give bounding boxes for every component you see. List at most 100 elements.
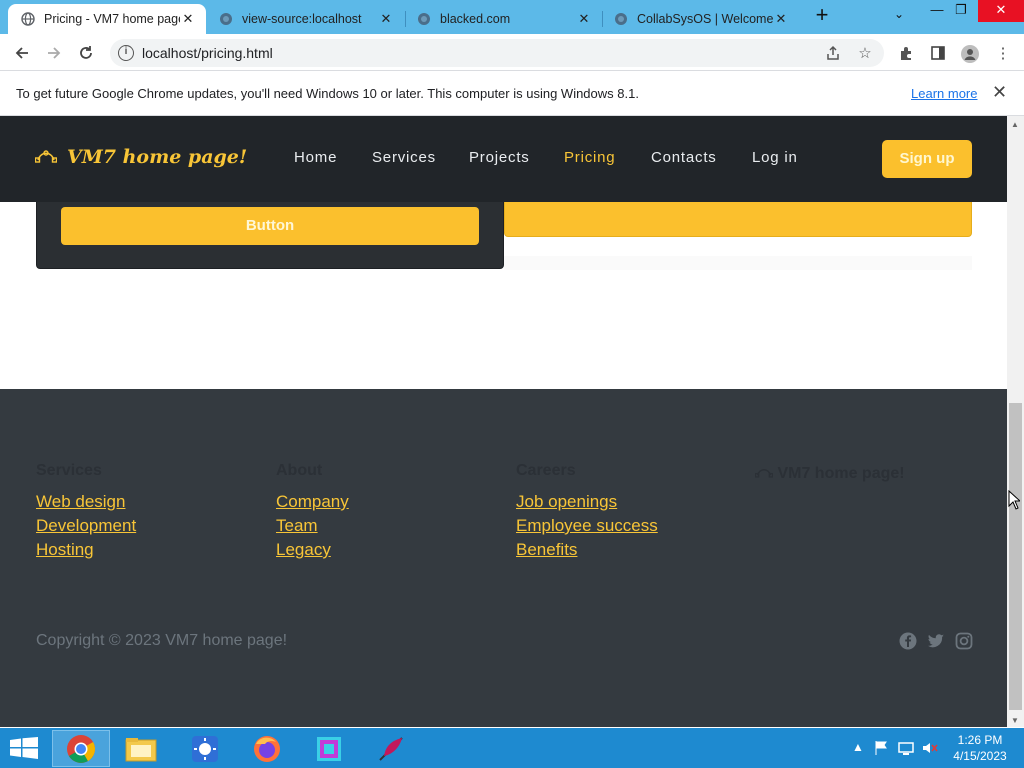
page-viewport: VM7 home page! Home Services Projects Pr…	[0, 116, 1007, 727]
taskbar-app-feather[interactable]	[362, 730, 420, 767]
chrome-icon	[67, 734, 95, 763]
action-center-flag-icon[interactable]	[874, 740, 890, 759]
footer-link-development[interactable]: Development	[36, 516, 136, 536]
new-tab-button[interactable]: +	[811, 4, 833, 27]
browser-toolbar: i localhost/pricing.html ☆ ⋮	[0, 34, 1024, 71]
tab-view-source[interactable]: view-source:localhost ✕	[206, 4, 404, 34]
sign-up-button[interactable]: Sign up	[882, 140, 972, 178]
instagram-icon[interactable]	[955, 632, 973, 650]
tab-collabsysos[interactable]: CollabSysOS | Welcome ✕	[601, 4, 799, 34]
page-scrollbar[interactable]: ▲ ▼	[1007, 116, 1024, 727]
footer-link-company[interactable]: Company	[276, 492, 349, 512]
site-footer: Services Web design Development Hosting …	[0, 389, 1007, 727]
close-tab-icon[interactable]: ✕	[576, 11, 592, 27]
tab-title: CollabSysOS | Welcome	[637, 12, 773, 26]
nav-contacts[interactable]: Contacts	[651, 149, 717, 166]
square-app-icon	[317, 736, 341, 761]
sun-app-icon	[192, 735, 218, 762]
globe-icon	[218, 11, 234, 27]
close-tab-icon[interactable]: ✕	[378, 11, 394, 27]
tab-title: blacked.com	[440, 12, 511, 26]
tab-title: view-source:localhost	[242, 12, 362, 26]
chevron-down-icon[interactable]: ⌄	[890, 7, 908, 25]
share-icon[interactable]	[824, 45, 842, 63]
show-hidden-icons-icon[interactable]: ▲	[852, 740, 864, 754]
system-clock[interactable]: 1:26 PM 4/15/2023	[950, 732, 1010, 764]
taskbar-file-explorer[interactable]	[112, 730, 170, 767]
taskbar-firefox[interactable]	[238, 730, 296, 767]
footer-heading: About	[276, 462, 323, 479]
globe-icon	[416, 11, 432, 27]
tab-blacked[interactable]: blacked.com ✕	[404, 4, 602, 34]
footer-column-careers: Careers Job openings Employee success Be…	[516, 462, 658, 564]
taskbar-app-sun[interactable]	[176, 730, 234, 767]
footer-link-employee-success[interactable]: Employee success	[516, 516, 658, 536]
restore-button[interactable]: ❐	[946, 0, 976, 22]
tab-strip: Pricing - VM7 home page! ✕ view-source:l…	[0, 0, 1024, 34]
footer-heading: Services	[36, 462, 102, 479]
footer-heading: Careers	[516, 462, 576, 479]
folder-icon	[125, 737, 157, 761]
scrollbar-thumb[interactable]	[1009, 403, 1022, 710]
clock-date: 4/15/2023	[953, 749, 1007, 763]
windows-taskbar: ▲ 1:26 PM 4/15/2023	[0, 728, 1024, 768]
globe-icon	[613, 11, 629, 27]
bookmark-star-icon[interactable]: ☆	[856, 45, 874, 63]
profile-avatar-icon[interactable]	[961, 45, 979, 63]
taskbar-app-square[interactable]	[300, 730, 358, 767]
twitter-icon[interactable]	[927, 632, 945, 650]
globe-icon	[20, 11, 36, 27]
close-window-button[interactable]: ✕	[978, 0, 1024, 22]
back-button[interactable]	[10, 41, 34, 65]
firefox-icon	[254, 735, 280, 762]
infobar-message: To get future Google Chrome updates, you…	[16, 86, 639, 101]
forward-button[interactable]	[42, 41, 66, 65]
close-tab-icon[interactable]: ✕	[773, 11, 789, 27]
bezier-logo-icon	[34, 146, 58, 168]
taskbar-chrome[interactable]	[52, 730, 110, 767]
footer-brand[interactable]: VM7 home page!	[754, 465, 905, 483]
scroll-down-arrow-icon[interactable]: ▼	[1011, 716, 1019, 725]
footer-column-services: Services Web design Development Hosting	[36, 462, 136, 564]
card-button[interactable]: Button	[61, 207, 479, 245]
tab-title: Pricing - VM7 home page!	[44, 12, 180, 26]
footer-link-hosting[interactable]: Hosting	[36, 540, 136, 560]
windows-start-icon[interactable]	[10, 737, 38, 764]
info-icon[interactable]: i	[118, 45, 134, 61]
facebook-icon[interactable]	[899, 632, 917, 650]
address-bar[interactable]: i localhost/pricing.html ☆	[110, 39, 884, 67]
footer-link-web-design[interactable]: Web design	[36, 492, 136, 512]
volume-muted-icon[interactable]	[922, 740, 938, 759]
network-icon[interactable]	[898, 740, 914, 759]
tab-pricing[interactable]: Pricing - VM7 home page! ✕	[8, 4, 206, 34]
url-text: localhost/pricing.html	[142, 45, 273, 61]
reload-button[interactable]	[74, 41, 98, 65]
clock-time: 1:26 PM	[957, 733, 1003, 747]
side-panel-icon[interactable]	[929, 45, 947, 63]
nav-log-in[interactable]: Log in	[752, 149, 798, 166]
nav-pricing[interactable]: Pricing	[564, 149, 615, 166]
nav-services[interactable]: Services	[372, 149, 436, 166]
scroll-up-arrow-icon[interactable]: ▲	[1011, 120, 1019, 129]
feather-icon	[379, 736, 403, 761]
footer-brand-name: VM7 home page!	[777, 465, 905, 482]
footer-link-job-openings[interactable]: Job openings	[516, 492, 658, 512]
more-menu-icon[interactable]: ⋮	[994, 45, 1012, 63]
footer-link-benefits[interactable]: Benefits	[516, 540, 658, 560]
learn-more-link[interactable]: Learn more	[911, 86, 977, 101]
nav-home[interactable]: Home	[294, 149, 337, 166]
copyright-text: Copyright © 2023 VM7 home page!	[36, 632, 288, 649]
footer-link-legacy[interactable]: Legacy	[276, 540, 349, 560]
footer-link-team[interactable]: Team	[276, 516, 349, 536]
site-navbar: VM7 home page! Home Services Projects Pr…	[0, 116, 1007, 202]
close-tab-icon[interactable]: ✕	[180, 11, 196, 27]
mouse-cursor-icon	[1008, 489, 1022, 515]
nav-projects[interactable]: Projects	[469, 149, 530, 166]
brand-name: VM7 home page!	[67, 146, 248, 168]
extensions-icon[interactable]	[897, 45, 915, 63]
update-infobar: To get future Google Chrome updates, you…	[0, 71, 1024, 116]
close-infobar-icon[interactable]: ✕	[992, 82, 1007, 103]
footer-column-about: About Company Team Legacy	[276, 462, 349, 564]
card-shadow	[504, 256, 972, 270]
site-brand[interactable]: VM7 home page!	[34, 146, 248, 168]
